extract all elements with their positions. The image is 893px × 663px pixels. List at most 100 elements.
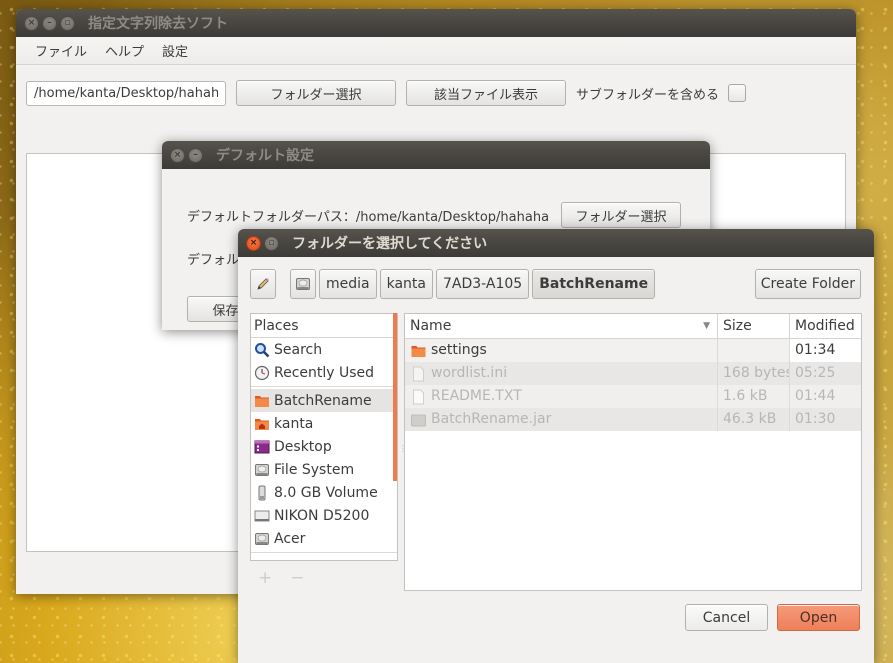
menubar: ファイル ヘルプ 設定 (16, 37, 856, 65)
text-file-icon (413, 366, 424, 381)
path-bar: media kanta 7AD3-A105 BatchRename (250, 269, 658, 299)
file-modified: 01:30 (795, 411, 836, 427)
place-item-desktop[interactable]: Desktop (251, 435, 397, 458)
close-icon[interactable]: × (24, 15, 39, 31)
file-size: 168 bytes (718, 362, 790, 385)
place-label: kanta (274, 415, 314, 432)
place-label: Desktop (274, 438, 332, 455)
file-size: 1.6 kB (718, 385, 790, 408)
place-item-nikon-d5200[interactable]: NIKON D5200 (251, 504, 397, 527)
places-sidebar: Places Search Recently Used BatchRename … (250, 313, 398, 561)
close-icon[interactable]: × (170, 147, 185, 163)
file-modified: 05:25 (795, 365, 836, 381)
file-name: settings (431, 342, 487, 358)
file-row[interactable]: wordlist.ini 168 bytes 05:25 (405, 362, 861, 385)
file-modified: 01:34 (790, 339, 861, 362)
file-name: README.TXT (431, 388, 522, 404)
folder-chooser-titlebar[interactable]: × ▫ フォルダーを選択してください (238, 229, 874, 257)
main-toolbar: フォルダー選択 該当ファイル表示 サブフォルダーを含める (26, 80, 747, 106)
menu-settings[interactable]: 設定 (153, 41, 197, 60)
place-label: 8.0 GB Volume (274, 484, 378, 501)
place-item-search[interactable]: Search (251, 338, 397, 361)
drive-icon (255, 532, 269, 545)
desktop-icon (254, 440, 270, 453)
open-button[interactable]: Open (777, 604, 860, 631)
search-icon (255, 342, 270, 357)
default-select-folder-button[interactable]: フォルダー選択 (561, 202, 682, 228)
path-button-7ad3-a105[interactable]: 7AD3-A105 (436, 269, 530, 299)
drive-icon (255, 463, 269, 476)
usb-drive-icon (258, 485, 266, 500)
clock-icon (254, 365, 270, 380)
place-label: File System (274, 461, 355, 478)
file-list-header: Name ▼ Size Modified (405, 314, 861, 339)
place-label: BatchRename (274, 392, 372, 409)
path-button-media[interactable]: media (319, 269, 377, 299)
maximize-icon[interactable]: ▫ (60, 15, 75, 31)
file-modified: 01:44 (795, 388, 836, 404)
folder-icon (255, 395, 269, 407)
default-second-row-label: デフォル (187, 253, 240, 268)
folder-icon (411, 345, 426, 357)
file-list: Name ▼ Size Modified settings 01:34 word… (404, 313, 862, 591)
column-header-name[interactable]: Name ▼ (405, 314, 718, 339)
menu-help[interactable]: ヘルプ (96, 41, 153, 60)
select-folder-button[interactable]: フォルダー選択 (236, 80, 396, 106)
column-header-modified[interactable]: Modified (790, 314, 861, 339)
create-folder-button[interactable]: Create Folder (754, 269, 861, 299)
folder-path-input[interactable] (26, 80, 226, 106)
menu-file[interactable]: ファイル (26, 41, 96, 60)
column-header-size[interactable]: Size (718, 314, 790, 339)
include-subfolders-checkbox[interactable] (728, 84, 747, 102)
file-row[interactable]: settings 01:34 (405, 339, 861, 362)
maximize-icon[interactable]: ▫ (264, 235, 279, 251)
places-separator (251, 552, 397, 553)
home-folder-icon (255, 418, 269, 430)
pencil-icon (257, 278, 269, 290)
file-size (718, 339, 790, 362)
places-header[interactable]: Places (251, 314, 397, 338)
place-item-acer[interactable]: Acer (251, 527, 397, 550)
show-files-button[interactable]: 該当ファイル表示 (406, 80, 566, 106)
remove-bookmark-button[interactable]: − (290, 568, 304, 588)
folder-chooser-dialog: × ▫ フォルダーを選択してください media kanta 7AD3-A105… (238, 229, 874, 663)
edit-location-button[interactable] (250, 269, 276, 299)
file-name: wordlist.ini (431, 365, 508, 381)
close-icon[interactable]: × (246, 235, 261, 251)
sort-descending-icon: ▼ (703, 321, 710, 331)
window-title: 指定文字列除去ソフト (88, 16, 228, 32)
minimize-icon[interactable]: – (188, 147, 203, 163)
drive-icon (296, 278, 310, 290)
cancel-button[interactable]: Cancel (685, 604, 768, 631)
removable-drive-icon (254, 510, 270, 521)
file-row[interactable]: BatchRename.jar 46.3 kB 01:30 (405, 408, 861, 431)
place-item-batchrename[interactable]: BatchRename (251, 389, 397, 412)
main-window-titlebar[interactable]: × – ▫ 指定文字列除去ソフト (16, 9, 856, 37)
include-subfolders-label: サブフォルダーを含める (576, 87, 720, 103)
file-name: BatchRename.jar (431, 411, 552, 427)
default-settings-titlebar[interactable]: × – デフォルト設定 (162, 141, 710, 169)
default-path-row: デフォルトフォルダーパス：/home/kanta/Desktop/hahaha … (187, 202, 682, 228)
dialog-title: デフォルト設定 (216, 148, 314, 164)
text-file-icon (413, 389, 424, 404)
place-item-8gb-volume[interactable]: 8.0 GB Volume (251, 481, 397, 504)
dialog-title: フォルダーを選択してください (292, 236, 488, 252)
place-label: Recently Used (274, 364, 375, 381)
place-item-file-system[interactable]: File System (251, 458, 397, 481)
places-scrollbar[interactable] (393, 313, 397, 481)
minimize-icon[interactable]: – (42, 15, 57, 31)
place-label: Acer (274, 530, 306, 547)
place-label: Search (274, 341, 323, 358)
archive-file-icon (411, 414, 426, 426)
path-button-batchrename[interactable]: BatchRename (532, 269, 656, 299)
path-button-kanta[interactable]: kanta (379, 269, 433, 299)
places-separator (251, 386, 397, 387)
place-label: NIKON D5200 (274, 507, 370, 524)
file-row[interactable]: README.TXT 1.6 kB 01:44 (405, 385, 861, 408)
place-item-kanta[interactable]: kanta (251, 412, 397, 435)
place-item-recently-used[interactable]: Recently Used (251, 361, 397, 384)
file-size: 46.3 kB (718, 408, 790, 431)
path-button-root[interactable] (290, 269, 316, 299)
add-bookmark-button[interactable]: + (258, 568, 272, 588)
places-tools: + − (258, 568, 305, 588)
